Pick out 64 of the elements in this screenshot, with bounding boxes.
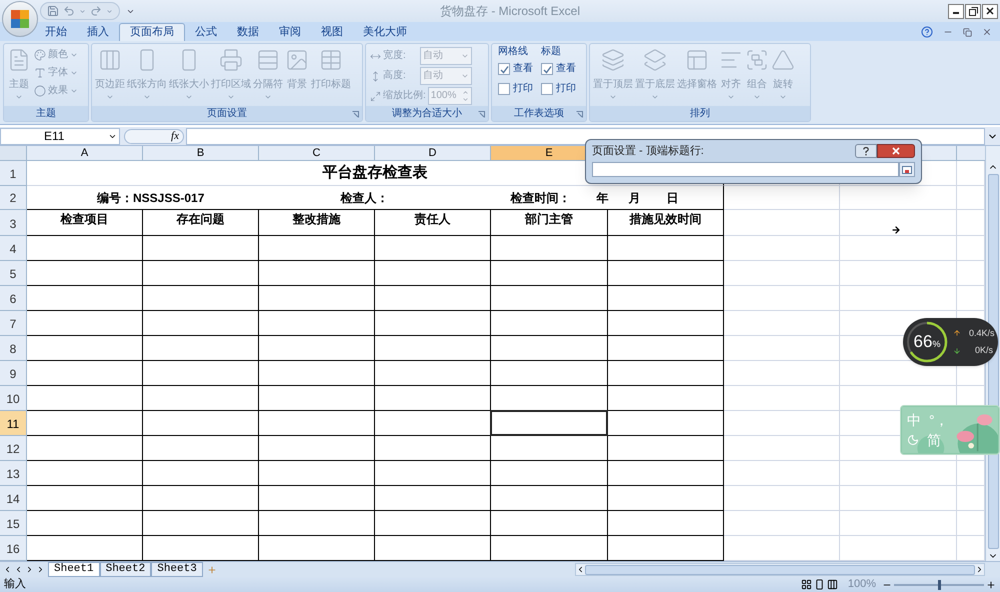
ribbon-tab[interactable]: 视图 [311,23,353,41]
month-label: 月 [628,190,640,206]
group-label: 排列 [690,108,710,120]
column-heading: 措施见效时间 [608,210,724,236]
download-speed: 0K/s [975,344,994,357]
row-header[interactable]: 12 [0,436,27,461]
row-header[interactable]: 1 [0,161,27,186]
column-heading: 整改措施 [259,210,375,236]
upload-speed: 0.4K/s [969,326,995,340]
checkbox-label: 打印 [556,83,576,95]
column-heading: 部门主管 [491,210,608,236]
insert-function-button[interactable]: fx [171,130,179,142]
row-header[interactable]: 14 [0,486,27,511]
field-label: 高度: [383,70,406,82]
ribbon-tab[interactable]: 美化大师 [353,23,417,41]
ribbon-tab[interactable]: 审阅 [269,23,311,41]
usage-percent: 66% [914,331,940,354]
row-header[interactable]: 11 [0,411,27,436]
checkbox-label: 打印 [513,83,533,95]
row-header[interactable]: 6 [0,286,27,311]
checkbox-label: 查看 [513,63,533,75]
inspector-label: 检查人： [340,190,388,206]
row-header[interactable]: 10 [0,386,27,411]
name-box[interactable]: E11 [0,128,120,144]
ribbon-tab[interactable]: 页面布局 [119,23,185,41]
field-label: 宽度: [383,50,406,62]
row-header[interactable]: 2 [0,186,27,210]
column-header[interactable]: C [259,146,375,161]
group-label: 工作表选项 [514,108,564,120]
row-header[interactable]: 13 [0,461,27,486]
row-header[interactable]: 16 [0,536,27,561]
window-title: 货物盘存 - Microsoft Excel [440,3,580,20]
group-label: 页面设置 [207,108,247,120]
ribbon-tab[interactable]: 公式 [185,23,227,41]
checkbox-label: 查看 [556,63,576,75]
column-header[interactable]: A [27,146,143,161]
year-label: 年 [596,190,608,206]
row-header[interactable]: 3 [0,210,27,236]
row-header[interactable]: 15 [0,511,27,536]
option-heading: 网格线 [498,46,529,58]
status-mode: 输入 [4,578,26,591]
column-header[interactable]: D [375,146,491,161]
form-number: 编号：NSSJSS-017 [97,190,204,206]
row-header[interactable]: 7 [0,311,27,336]
row-header[interactable]: 8 [0,336,27,361]
group-label: 调整为合适大小 [392,108,462,120]
column-heading: 责任人 [375,210,491,236]
row-header[interactable]: 5 [0,261,27,286]
inspection-time-label: 检查时间： [510,190,570,206]
sheet-tab[interactable]: Sheet1 [48,562,100,577]
day-label: 日 [666,190,678,206]
ribbon-tab[interactable]: 数据 [227,23,269,41]
group-label: 主题 [36,108,56,120]
field-label: 缩放比例: [383,90,426,102]
ribbon-tab[interactable]: 插入 [77,23,119,41]
row-header[interactable]: 4 [0,236,27,261]
ribbon-tab[interactable]: 开始 [35,23,77,41]
sheet-tab[interactable]: Sheet3 [151,562,203,577]
column-heading: 存在问题 [143,210,259,236]
sheet-tab[interactable]: Sheet2 [100,562,152,577]
row-header[interactable]: 9 [0,361,27,386]
column-heading: 检查项目 [27,210,143,236]
column-header[interactable]: B [143,146,259,161]
option-heading: 标题 [541,46,562,58]
